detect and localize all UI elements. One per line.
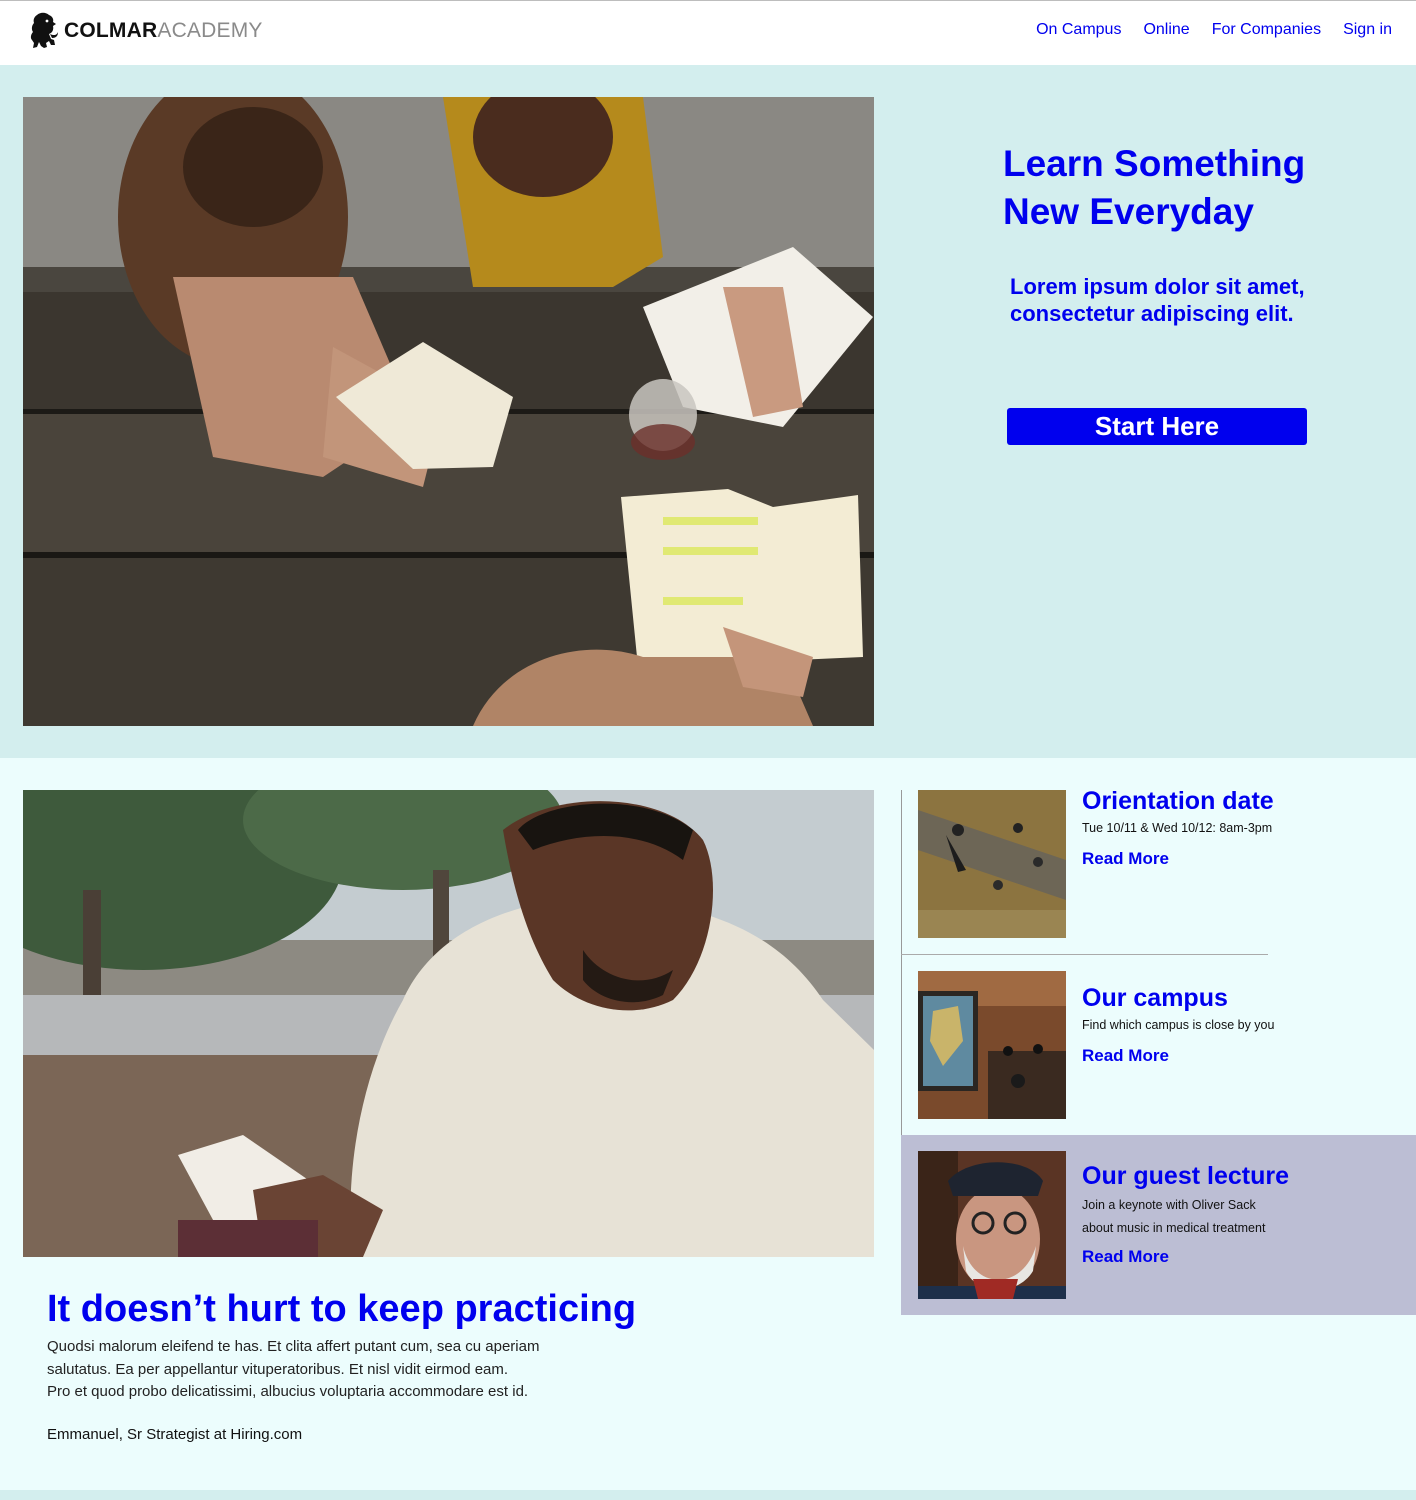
hero-subtitle: Lorem ipsum dolor sit amet, consectetur …	[1010, 274, 1305, 326]
hero-section: Learn Something New Everyday Lorem ipsum…	[0, 65, 1416, 758]
orientation-thumbnail	[918, 790, 1066, 938]
main-nav: On Campus Online For Companies Sign in	[1036, 21, 1392, 39]
feature-photo-man-reading	[23, 790, 874, 1257]
card-title-guest-lecture: Our guest lecture	[1082, 1162, 1289, 1190]
site-logo[interactable]: COLMARACADEMY	[28, 11, 263, 51]
card-guest-lecture: Our guest lecture Join a keynote with Ol…	[901, 1135, 1416, 1315]
nav-for-companies[interactable]: For Companies	[1212, 21, 1321, 39]
nav-online[interactable]: Online	[1143, 21, 1189, 39]
feature-body-line-1: Quodsi malorum eleifend te has. Et clita…	[47, 1338, 540, 1355]
card-desc-guest-lecture: Join a keynote with Oliver Sack about mu…	[1082, 1194, 1312, 1240]
card-campus: Our campus Find which campus is close by…	[901, 971, 1416, 1131]
content-section: It doesn’t hurt to keep practicing Quods…	[0, 758, 1416, 1490]
logo-text-bold: COLMAR	[64, 19, 158, 42]
testimonial-attribution: Emmanuel, Sr Strategist at Hiring.com	[47, 1426, 303, 1443]
card-desc-guest-lecture-line-1: Join a keynote with Oliver Sack	[1082, 1198, 1256, 1212]
feature-title: It doesn’t hurt to keep practicing	[47, 1288, 637, 1330]
nav-sign-in[interactable]: Sign in	[1343, 21, 1392, 39]
hero-title-line-2: New Everyday	[1003, 191, 1254, 232]
card-desc-guest-lecture-line-2: about music in medical treatment	[1082, 1221, 1266, 1235]
campus-thumbnail	[918, 971, 1066, 1119]
logo-wordmark: COLMARACADEMY	[64, 19, 263, 43]
feature-body-line-2: salutatus. Ea per appellantur vituperato…	[47, 1360, 509, 1378]
card-title-campus: Our campus	[1082, 984, 1228, 1012]
card-orientation: Orientation date Tue 10/11 & Wed 10/12: …	[901, 787, 1416, 950]
site-header: COLMARACADEMY On Campus Online For Compa…	[0, 1, 1416, 65]
read-more-campus-link[interactable]: Read More	[1082, 1046, 1169, 1066]
card-desc-campus: Find which campus is close by you	[1082, 1018, 1275, 1032]
footer-strip	[0, 1490, 1416, 1500]
nav-on-campus[interactable]: On Campus	[1036, 21, 1121, 39]
start-here-button[interactable]: Start Here	[1007, 408, 1307, 445]
read-more-orientation-link[interactable]: Read More	[1082, 849, 1169, 869]
card-title-orientation: Orientation date	[1082, 787, 1274, 815]
read-more-guest-lecture-link[interactable]: Read More	[1082, 1247, 1169, 1267]
feature-body: Quodsi malorum eleifend te has. Et clita…	[47, 1336, 567, 1404]
lion-logo-icon	[30, 12, 58, 48]
guest-lecture-thumbnail	[918, 1151, 1066, 1299]
logo-text-light: ACADEMY	[157, 19, 263, 42]
feature-body-line-3: Pro et quod probo delicatissimi, albuciu…	[47, 1383, 529, 1400]
card-separator	[901, 954, 1268, 955]
hero-title-line-1: Learn Something	[1003, 143, 1306, 184]
hero-photo-students-reading	[23, 97, 874, 726]
hero-title: Learn Something New Everyday	[1003, 140, 1363, 236]
card-desc-orientation: Tue 10/11 & Wed 10/12: 8am-3pm	[1082, 821, 1273, 835]
